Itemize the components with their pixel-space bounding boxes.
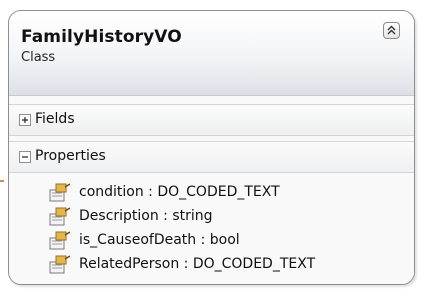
fields-section[interactable]: Fields — [9, 104, 414, 136]
property-label: RelatedPerson : DO_CODED_TEXT — [79, 256, 316, 272]
property-label: Description : string — [79, 208, 213, 224]
class-shape[interactable]: FamilyHistoryVO Class Fields Properties … — [8, 10, 415, 285]
class-name: FamilyHistoryVO — [21, 27, 182, 47]
minus-icon — [22, 156, 28, 158]
properties-label: Properties — [35, 148, 106, 164]
class-header: FamilyHistoryVO Class — [9, 11, 414, 96]
plus-icon — [22, 117, 28, 123]
double-chevron-up-icon — [387, 25, 396, 35]
connector-stub — [0, 180, 4, 182]
property-icon — [49, 183, 71, 202]
class-body: Fields Properties condition : DO_CODED_T… — [9, 96, 414, 284]
property-icon — [49, 207, 71, 226]
property-label: condition : DO_CODED_TEXT — [79, 184, 280, 200]
expand-toggle[interactable] — [19, 114, 31, 126]
collapse-button[interactable] — [383, 22, 400, 39]
fields-label: Fields — [35, 111, 75, 127]
property-icon — [49, 231, 71, 250]
class-stereotype: Class — [21, 50, 56, 65]
properties-section[interactable]: Properties — [9, 141, 414, 173]
property-icon — [49, 255, 71, 274]
property-label: is_CauseofDeath : bool — [79, 232, 240, 248]
collapse-toggle[interactable] — [19, 151, 31, 163]
